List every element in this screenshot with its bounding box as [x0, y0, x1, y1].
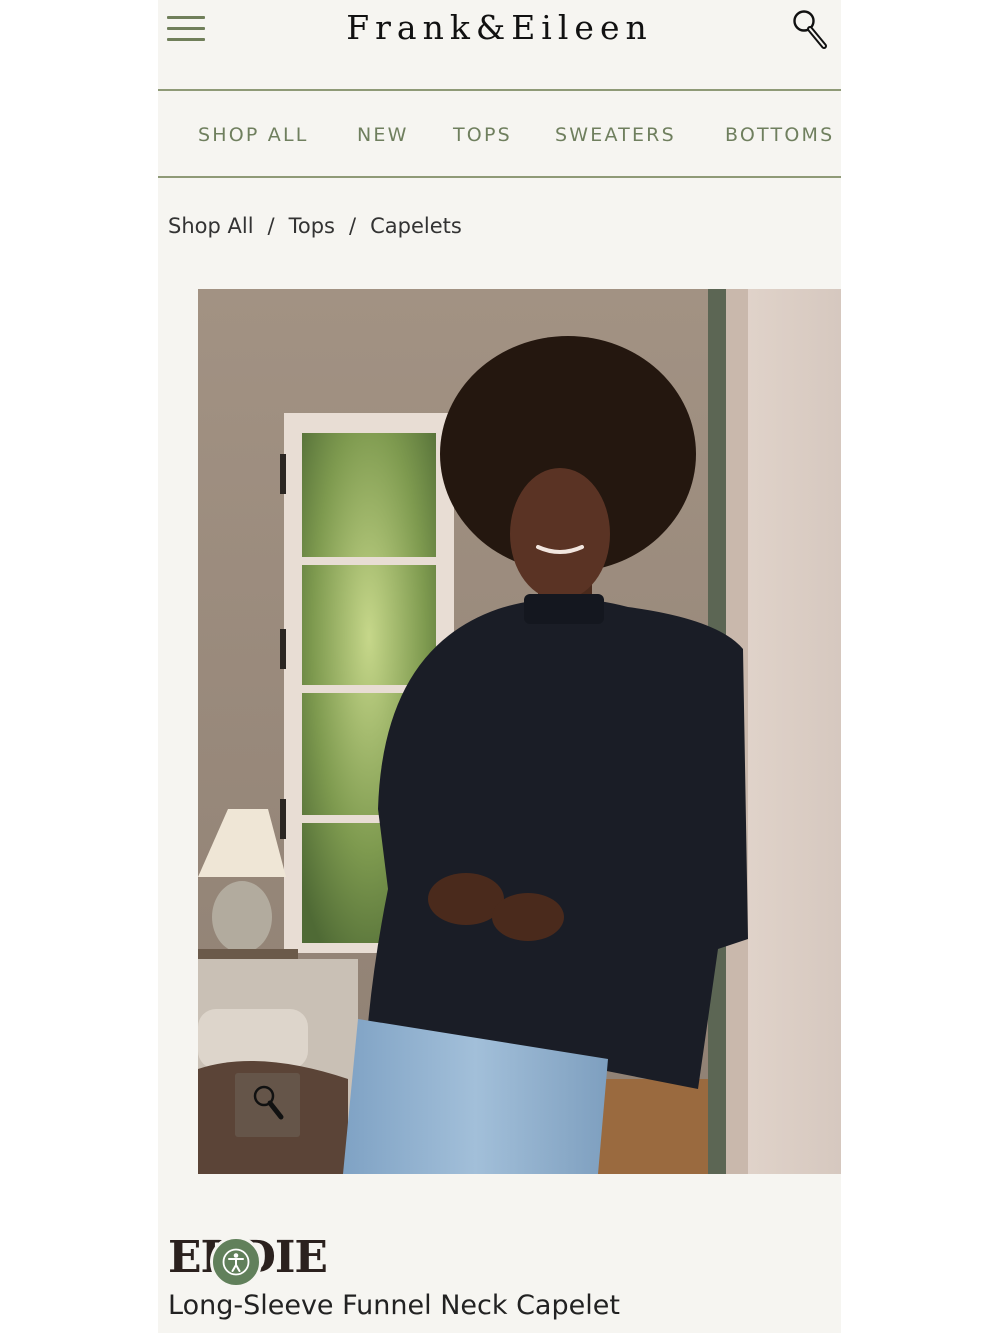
- breadcrumb: Shop All / Tops / Capelets: [168, 214, 462, 238]
- nav-divider: [158, 176, 841, 178]
- product-title: Long-Sleeve Funnel Neck Capelet: [168, 1290, 620, 1321]
- breadcrumb-tops[interactable]: Tops: [289, 214, 335, 238]
- product-image[interactable]: [198, 289, 841, 1174]
- zoom-button[interactable]: [235, 1073, 300, 1137]
- breadcrumb-separator: /: [267, 214, 275, 238]
- accessibility-button[interactable]: [210, 1236, 262, 1288]
- magnifier-icon: [253, 1085, 284, 1120]
- brand-logo[interactable]: Frank&Eileen: [158, 8, 841, 47]
- nav-item-new[interactable]: NEW: [357, 124, 409, 146]
- breadcrumb-capelets[interactable]: Capelets: [370, 214, 462, 238]
- nav-item-shop-all[interactable]: SHOP ALL: [198, 124, 309, 146]
- category-nav: SHOP ALL NEW TOPS SWEATERS BOTTOMS: [158, 92, 841, 176]
- nav-item-sweaters[interactable]: SWEATERS: [555, 124, 676, 146]
- search-icon[interactable]: [790, 6, 830, 50]
- accessibility-icon: [222, 1248, 250, 1276]
- site-header: Frank&Eileen: [158, 0, 841, 90]
- breadcrumb-shop-all[interactable]: Shop All: [168, 214, 254, 238]
- header-divider: [158, 89, 841, 91]
- model-photo: [198, 289, 841, 1174]
- product-page: Frank&Eileen SHOP ALL NEW TOPS SWEATERS …: [158, 0, 841, 1333]
- nav-item-bottoms[interactable]: BOTTOMS: [725, 124, 834, 146]
- breadcrumb-separator: /: [349, 214, 357, 238]
- nav-item-tops[interactable]: TOPS: [453, 124, 512, 146]
